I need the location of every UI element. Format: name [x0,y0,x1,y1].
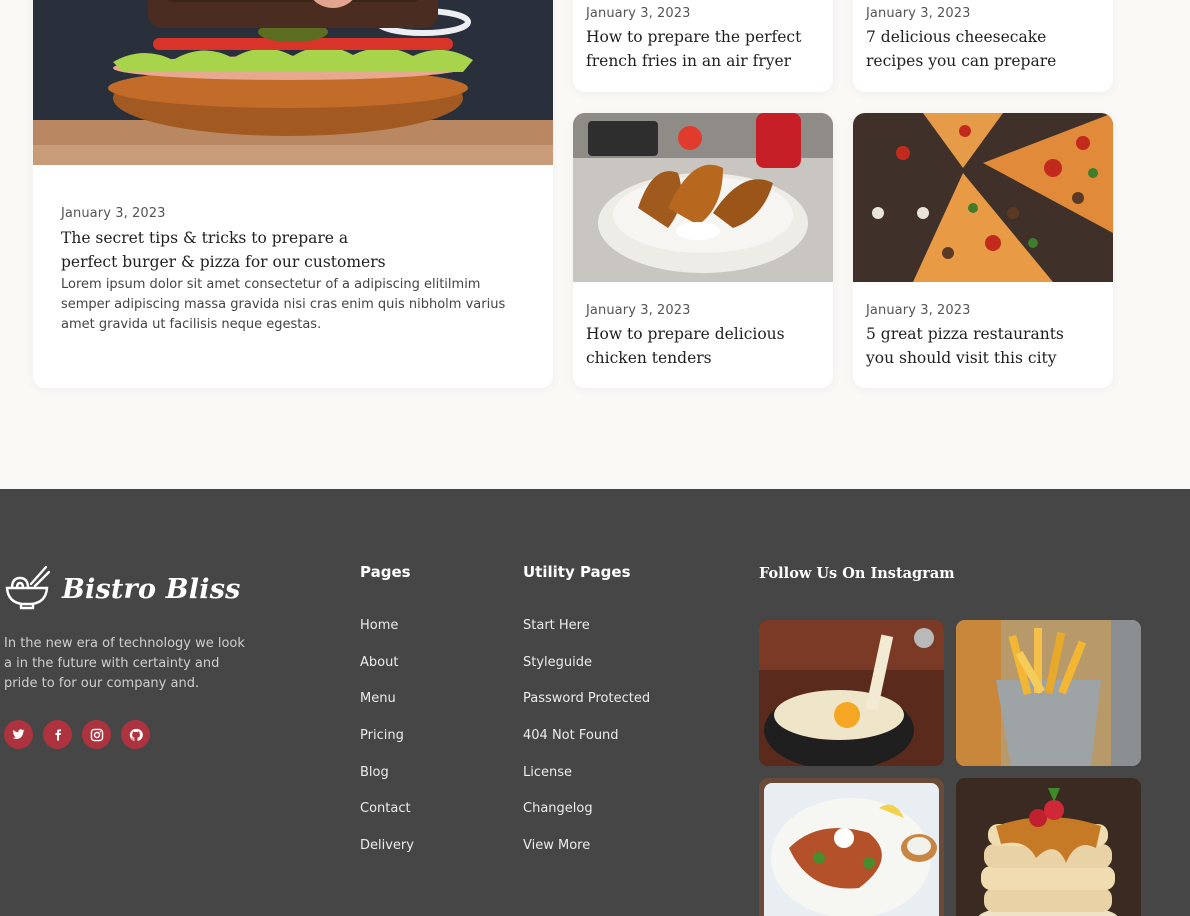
footer-link-404[interactable]: 404 Not Found [523,727,650,764]
utility-links: Start Here Styleguide Password Protected… [523,617,650,874]
post-title[interactable]: How to prepare delicious chicken tenders [586,322,820,370]
instagram-icon[interactable] [82,720,111,749]
footer-link-password-protected[interactable]: Password Protected [523,690,650,727]
post-title-line: recipes you can prepare [866,52,1057,70]
post-title-line: How to prepare the perfect [586,28,802,46]
post-date: January 3, 2023 [866,6,971,21]
card-text: January 3, 2023 How to prepare delicious… [586,303,820,370]
footer-link-styleguide[interactable]: Styleguide [523,654,650,691]
card-text: January 3, 2023 5 great pizza restaurant… [866,303,1100,370]
post-date: January 3, 2023 [586,6,691,21]
post-title-line: 5 great pizza restaurants [866,325,1064,343]
chicken-tenders-image[interactable] [573,113,833,282]
facebook-icon[interactable] [43,720,72,749]
footer-link-menu[interactable]: Menu [360,690,414,727]
post-title[interactable]: 7 delicious cheesecake recipes you can p… [866,25,1100,73]
blog-card-chicken-tenders[interactable]: January 3, 2023 How to prepare delicious… [573,113,833,388]
post-title-line: How to prepare delicious [586,325,785,343]
pages-title: Pages [360,563,411,581]
instagram-image-plate[interactable] [759,778,944,916]
burger-image[interactable] [33,0,553,165]
post-excerpt: Lorem ipsum dolor sit amet consectetur o… [61,277,506,332]
social-links [4,720,150,749]
card-text: January 3, 2023 7 delicious cheesecake r… [866,6,1100,73]
brand-description: In the new era of technology we look a i… [4,636,245,691]
bowl-logo-icon [4,564,51,614]
post-date: January 3, 2023 [866,303,971,318]
footer-brand[interactable]: Bistro Bliss [4,564,241,614]
github-icon[interactable] [121,720,150,749]
footer-link-view-more[interactable]: View More [523,837,650,874]
site-footer: Bistro Bliss In the new era of technolog… [0,489,1190,916]
post-title-line: perfect burger & pizza for our customers [61,253,386,271]
card-text: January 3, 2023 How to prepare the perfe… [586,6,820,73]
footer-link-blog[interactable]: Blog [360,764,414,801]
blog-card-french-fries[interactable]: January 3, 2023 How to prepare the perfe… [573,0,833,92]
post-title-line: you should visit this city [866,349,1057,367]
footer-link-start-here[interactable]: Start Here [523,617,650,654]
post-title-line: french fries in an air fryer [586,52,792,70]
blog-card-cheesecake[interactable]: January 3, 2023 7 delicious cheesecake r… [853,0,1113,92]
brand-name: Bistro Bliss [62,573,241,605]
footer-link-license[interactable]: License [523,764,650,801]
featured-card-text: January 3, 2023 The secret tips & tricks… [61,206,525,335]
instagram-image-pancakes[interactable] [956,778,1141,916]
post-title[interactable]: The secret tips & tricks to prepare a pe… [61,226,525,274]
blog-card-pizza-restaurants[interactable]: January 3, 2023 5 great pizza restaurant… [853,113,1113,388]
post-date: January 3, 2023 [586,303,691,318]
footer-link-about[interactable]: About [360,654,414,691]
featured-blog-card[interactable]: January 3, 2023 The secret tips & tricks… [33,0,553,388]
twitter-icon[interactable] [4,720,33,749]
footer-link-changelog[interactable]: Changelog [523,800,650,837]
post-date: January 3, 2023 [61,206,166,221]
footer-link-home[interactable]: Home [360,617,414,654]
post-title-line: 7 delicious cheesecake [866,28,1047,46]
post-title[interactable]: How to prepare the perfect french fries … [586,25,820,73]
post-title-line: chicken tenders [586,349,712,367]
pages-links: Home About Menu Pricing Blog Contact Del… [360,617,414,874]
instagram-image-egg-bowl[interactable] [759,620,944,766]
footer-link-pricing[interactable]: Pricing [360,727,414,764]
instagram-image-fries[interactable] [956,620,1141,766]
post-title-line: The secret tips & tricks to prepare a [61,229,349,247]
pizza-image[interactable] [853,113,1113,282]
utility-pages-title: Utility Pages [523,563,631,581]
footer-link-contact[interactable]: Contact [360,800,414,837]
footer-link-delivery[interactable]: Delivery [360,837,414,874]
post-title[interactable]: 5 great pizza restaurants you should vis… [866,322,1100,370]
instagram-title: Follow Us On Instagram [759,565,955,582]
